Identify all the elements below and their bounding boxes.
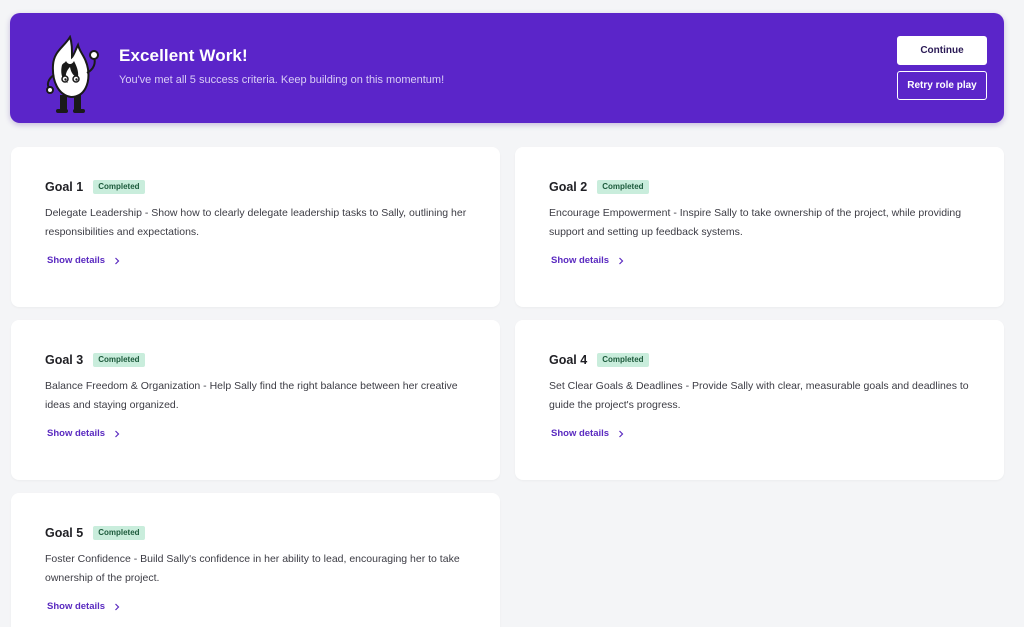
goal-description: Set Clear Goals & Deadlines - Provide Sa…	[549, 380, 969, 411]
goal-card-header: Goal 1 Completed	[45, 180, 145, 194]
show-details-link[interactable]: Show details	[47, 255, 121, 266]
chevron-right-icon	[115, 430, 120, 437]
show-details-label: Show details	[551, 255, 610, 266]
status-badge: Completed	[93, 526, 145, 540]
flame-mascot-icon	[46, 35, 99, 113]
show-details-label: Show details	[47, 601, 106, 612]
show-details-link[interactable]: Show details	[551, 255, 625, 266]
banner-title: Excellent Work!	[119, 46, 248, 65]
goal-description: Foster Confidence - Build Sally's confid…	[45, 553, 460, 584]
status-badge: Completed	[93, 180, 145, 194]
goal-title: Goal 5	[45, 526, 84, 540]
goal-card-2: Goal 2 Completed Encourage Empowerment -…	[515, 147, 1004, 307]
show-details-label: Show details	[47, 255, 106, 266]
chevron-right-icon	[619, 430, 624, 437]
retry-role-play-button[interactable]: Retry role play	[897, 71, 987, 100]
show-details-label: Show details	[47, 428, 106, 439]
chevron-right-icon	[619, 257, 624, 264]
goal-description: Balance Freedom & Organization - Help Sa…	[45, 380, 458, 411]
goal-card-header: Goal 2 Completed	[549, 180, 649, 194]
goal-card-1: Goal 1 Completed Delegate Leadership - S…	[11, 147, 500, 307]
goal-description: Delegate Leadership - Show how to clearl…	[45, 207, 467, 238]
status-badge: Completed	[93, 353, 145, 367]
continue-button[interactable]: Continue	[897, 36, 987, 65]
goal-title: Goal 1	[45, 180, 84, 194]
goal-card-5: Goal 5 Completed Foster Confidence - Bui…	[11, 493, 500, 627]
show-details-link[interactable]: Show details	[551, 428, 625, 439]
goal-card-header: Goal 3 Completed	[45, 353, 145, 367]
goal-title: Goal 4	[549, 353, 588, 367]
status-badge: Completed	[597, 353, 649, 367]
show-details-label: Show details	[551, 428, 610, 439]
goal-card-3: Goal 3 Completed Balance Freedom & Organ…	[11, 320, 500, 480]
status-badge: Completed	[597, 180, 649, 194]
show-details-link[interactable]: Show details	[47, 601, 121, 612]
chevron-right-icon	[115, 257, 120, 264]
goal-card-header: Goal 4 Completed	[549, 353, 649, 367]
success-banner: Excellent Work! You've met all 5 success…	[10, 13, 1004, 123]
goal-title: Goal 3	[45, 353, 84, 367]
chevron-right-icon	[115, 603, 120, 610]
goal-title: Goal 2	[549, 180, 588, 194]
results-page: Excellent Work! You've met all 5 success…	[0, 0, 1024, 627]
show-details-link[interactable]: Show details	[47, 428, 121, 439]
banner-subtitle: You've met all 5 success criteria. Keep …	[119, 74, 445, 86]
goal-card-4: Goal 4 Completed Set Clear Goals & Deadl…	[515, 320, 1004, 480]
goal-card-header: Goal 5 Completed	[45, 526, 145, 540]
goal-description: Encourage Empowerment - Inspire Sally to…	[549, 207, 962, 238]
